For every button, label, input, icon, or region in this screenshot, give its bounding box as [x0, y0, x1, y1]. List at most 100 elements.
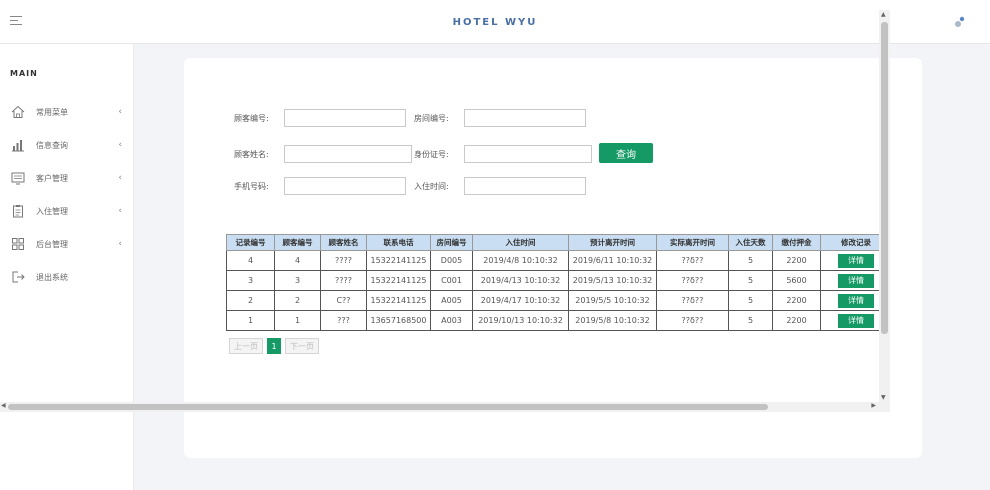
table-cell: 5 — [728, 290, 773, 311]
column-header: 预计离开时间 — [568, 234, 657, 251]
scroll-down-icon[interactable]: ▼ — [881, 394, 886, 401]
table-cell: ??δ?? — [656, 250, 729, 271]
room-id-label: 房间编号: — [414, 113, 449, 123]
table-cell: 4 — [226, 250, 275, 271]
checkin-time-label: 入住时间: — [414, 181, 449, 191]
column-header: 入住天数 — [728, 234, 773, 251]
id-card-label: 身份证号: — [414, 149, 449, 159]
monitor-icon — [10, 170, 26, 186]
top-bar: HOTEL WYU — [0, 0, 990, 44]
table-cell: ??δ?? — [656, 310, 729, 331]
checkin-time-input[interactable] — [464, 177, 586, 195]
table-cell: 2019/10/13 10:10:32 — [472, 310, 569, 331]
column-header: 实际离开时间 — [656, 234, 729, 251]
table-cell: 2 — [226, 290, 275, 311]
chart-icon — [10, 137, 26, 153]
table-cell: 15322141125 — [366, 270, 431, 291]
table-cell: A005 — [430, 290, 473, 311]
table-cell: 详情 — [820, 270, 880, 291]
table-cell: 3 — [226, 270, 275, 291]
table-cell: 2200 — [772, 290, 821, 311]
table-header-row: 记录编号 顾客编号 顾客姓名 联系电话 房间编号 入住时间 预计离开时间 实际离… — [226, 234, 880, 251]
sidebar-item-logout[interactable]: 退出系统 — [10, 267, 128, 287]
table-cell: 2200 — [772, 310, 821, 331]
table-cell: 详情 — [820, 290, 880, 311]
detail-button[interactable]: 详情 — [838, 273, 874, 288]
column-header: 顾客编号 — [274, 234, 321, 251]
prev-page-button[interactable]: 上一页 — [229, 338, 263, 354]
chevron-left-icon: ‹ — [118, 239, 122, 249]
detail-button[interactable]: 详情 — [838, 313, 874, 328]
vertical-scroll-thumb[interactable] — [881, 22, 888, 334]
table-cell: 4 — [274, 250, 321, 271]
sidebar-item-admin-mgmt[interactable]: 后台管理 ‹ — [10, 234, 128, 254]
page-number-button[interactable]: 1 — [267, 338, 281, 354]
table-row: 1 1 ??? 13657168500 A003 2019/10/13 10:1… — [226, 310, 880, 331]
chevron-left-icon: ‹ — [118, 206, 122, 216]
table-cell: 5 — [728, 250, 773, 271]
records-table-wrap: 记录编号 顾客编号 顾客姓名 联系电话 房间编号 入住时间 预计离开时间 实际离… — [226, 234, 880, 332]
scroll-left-icon[interactable]: ◀ — [1, 402, 6, 409]
scroll-right-icon[interactable]: ▶ — [871, 402, 876, 409]
table-cell: 3 — [274, 270, 321, 291]
pagination: 上一页 1 下一页 — [229, 338, 319, 354]
customer-name-input[interactable] — [284, 145, 412, 163]
sidebar-item-label: 常用菜单 — [36, 107, 68, 117]
sidebar-item-label: 后台管理 — [36, 239, 68, 249]
table-cell: 2019/4/13 10:10:32 — [472, 270, 569, 291]
column-header: 记录编号 — [226, 234, 275, 251]
chevron-left-icon: ‹ — [118, 140, 122, 150]
table-cell: 5 — [728, 270, 773, 291]
next-page-button[interactable]: 下一页 — [285, 338, 319, 354]
table-cell: 15322141125 — [366, 290, 431, 311]
brand-title: HOTEL WYU — [452, 17, 538, 28]
sidebar-item-customer-mgmt[interactable]: 客户管理 ‹ — [10, 168, 128, 188]
table-cell: 2019/5/8 10:10:32 — [568, 310, 657, 331]
search-row-3: 手机号码: 入住时间: — [234, 177, 586, 195]
table-cell: 5 — [728, 310, 773, 331]
records-table: 记录编号 顾客编号 顾客姓名 联系电话 房间编号 入住时间 预计离开时间 实际离… — [226, 234, 880, 331]
vertical-scrollbar[interactable]: ▲ ▼ — [879, 10, 890, 402]
sidebar-item-label: 入住管理 — [36, 206, 68, 216]
chevron-left-icon: ‹ — [118, 173, 122, 183]
sidebar-item-common-menu[interactable]: 常用菜单 ‹ — [10, 102, 128, 122]
logout-icon — [10, 269, 26, 285]
customer-id-label: 顾客编号: — [234, 113, 269, 123]
table-cell: ??δ?? — [656, 290, 729, 311]
sidebar-item-info-query[interactable]: 信息查询 ‹ — [10, 135, 128, 155]
home-icon — [10, 104, 26, 120]
column-header: 缴付押金 — [772, 234, 821, 251]
detail-button[interactable]: 详情 — [838, 293, 874, 308]
room-id-input[interactable] — [464, 109, 586, 127]
table-cell: ???? — [320, 250, 367, 271]
column-header: 修改记录 — [820, 234, 880, 251]
table-cell: 2 — [274, 290, 321, 311]
customer-id-input[interactable] — [284, 109, 406, 127]
chevron-left-icon: ‹ — [118, 107, 122, 117]
query-button[interactable]: 查询 — [599, 143, 653, 163]
table-row: 4 4 ???? 15322141125 D005 2019/4/8 10:10… — [226, 250, 880, 271]
sidebar-item-label: 信息查询 — [36, 140, 68, 150]
table-cell: 13657168500 — [366, 310, 431, 331]
table-cell: D005 — [430, 250, 473, 271]
table-cell: 1 — [274, 310, 321, 331]
table-cell: 2200 — [772, 250, 821, 271]
horizontal-scrollbar[interactable]: ◀ ▶ — [0, 402, 890, 412]
id-card-input[interactable] — [464, 145, 592, 163]
sidebar-item-label: 客户管理 — [36, 173, 68, 183]
detail-button[interactable]: 详情 — [838, 253, 874, 268]
user-avatar-icon[interactable] — [954, 16, 966, 28]
table-cell: ???? — [320, 270, 367, 291]
horizontal-scroll-thumb[interactable] — [8, 404, 768, 410]
scroll-up-icon[interactable]: ▲ — [881, 11, 886, 18]
sidebar-item-checkin-mgmt[interactable]: 入住管理 ‹ — [10, 201, 128, 221]
phone-input[interactable] — [284, 177, 406, 195]
table-cell: ??? — [320, 310, 367, 331]
table-cell: 1 — [226, 310, 275, 331]
column-header: 房间编号 — [430, 234, 473, 251]
column-header: 顾客姓名 — [320, 234, 367, 251]
table-cell: 2019/4/17 10:10:32 — [472, 290, 569, 311]
table-cell: 2019/6/11 10:10:32 — [568, 250, 657, 271]
column-header: 入住时间 — [472, 234, 569, 251]
table-cell: 5600 — [772, 270, 821, 291]
